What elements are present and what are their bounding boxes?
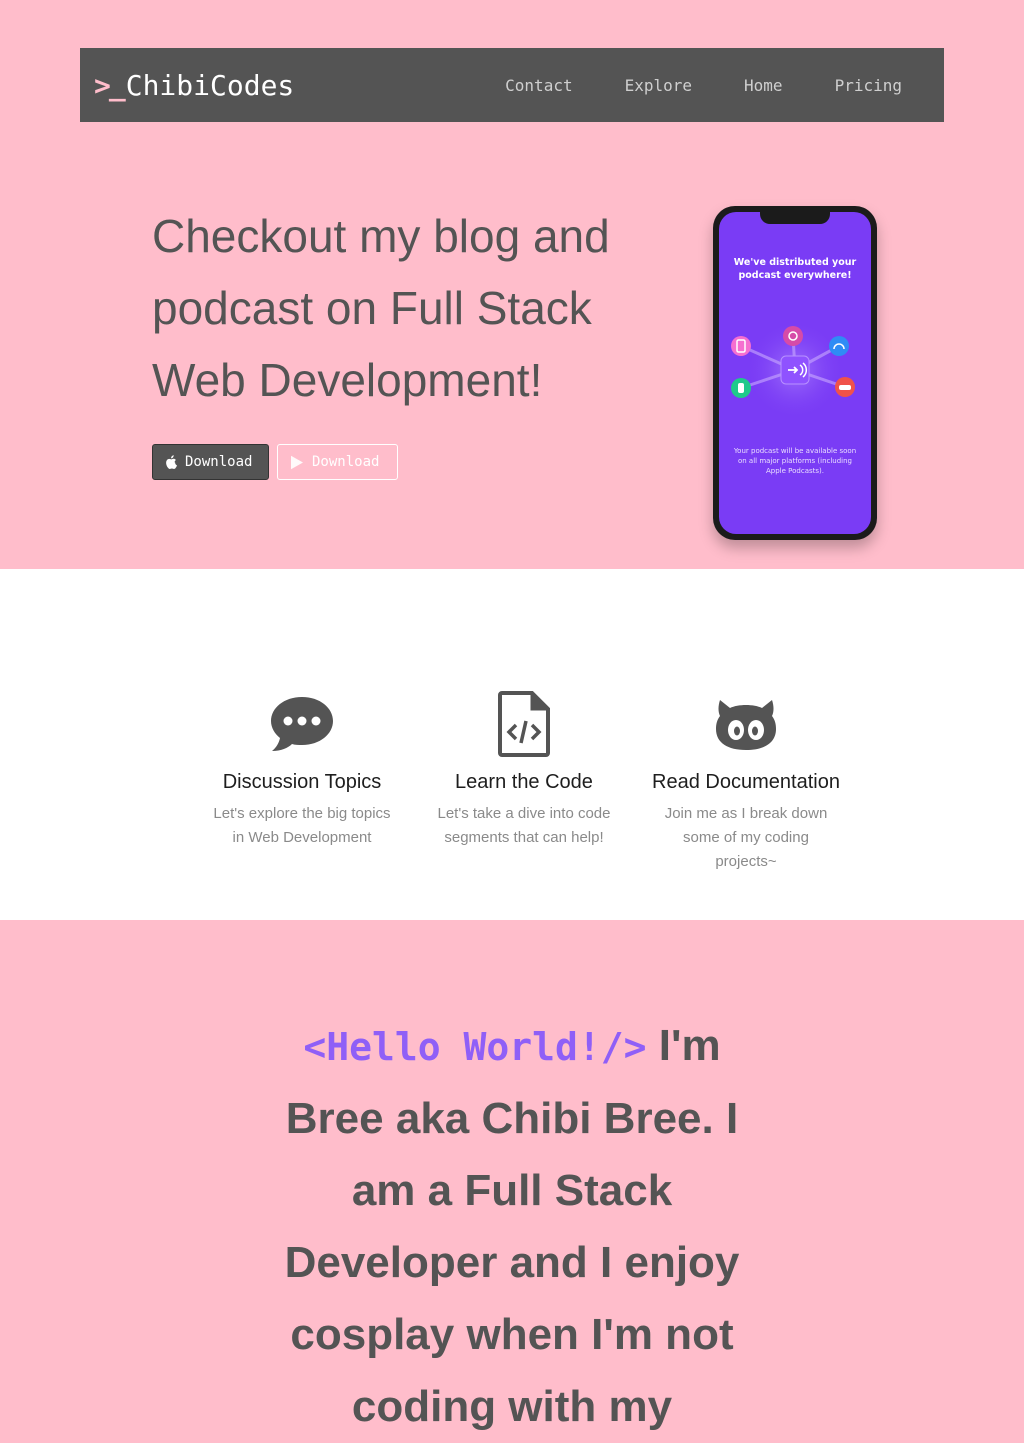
feature-read-documentation: Read Documentation Join me as I break do… — [634, 691, 858, 874]
feature-discussion-topics: Discussion Topics Let's explore the big … — [190, 691, 414, 850]
podcast-icon — [783, 326, 803, 346]
brand-name: ChibiCodes — [125, 68, 295, 102]
feature-description: Join me as I break down some of my codin… — [664, 805, 828, 870]
speech-bubble-icon — [190, 691, 414, 757]
nav-link-explore[interactable]: Explore — [625, 76, 692, 95]
hero-title: Checkout my blog and podcast on Full Sta… — [152, 210, 610, 406]
feature-description: Let's take a dive into code segments tha… — [437, 805, 611, 846]
headphones-icon — [829, 336, 849, 356]
feature-title: Learn the Code — [455, 771, 593, 793]
phone-screen: We've distributed your podcast everywher… — [719, 212, 871, 534]
apple-download-label: Download — [185, 454, 253, 470]
terminal-prompt-icon: >_ — [94, 68, 126, 102]
nav-link-contact[interactable]: Contact — [505, 76, 572, 95]
phone-notch — [760, 212, 830, 224]
about-body: I'm Bree aka Chibi Bree. I am a Full Sta… — [284, 1021, 740, 1431]
feature-title: Discussion Topics — [222, 771, 382, 793]
about-text: <Hello World!/> I'm Bree aka Chibi Bree.… — [252, 1010, 772, 1443]
hello-world-tag: <Hello World!/> — [303, 1025, 647, 1069]
features-section: Discussion Topics Let's explore the big … — [0, 569, 1024, 920]
google-play-download-button[interactable]: Download — [277, 444, 398, 480]
about-section: <Hello World!/> I'm Bree aka Chibi Bree.… — [0, 920, 1024, 1431]
navbar: >_ ChibiCodes Contact Explore Home Prici… — [80, 48, 944, 122]
google-play-download-label: Download — [312, 454, 380, 470]
play-store-icon — [291, 455, 303, 469]
podcast-distribution-illustration — [731, 320, 855, 420]
apple-download-button[interactable]: Download — [152, 444, 269, 480]
speaker-icon — [731, 378, 751, 398]
feature-title: Read Documentation — [652, 771, 840, 793]
mobile-icon — [731, 336, 751, 356]
hero-section: Checkout my blog and podcast on Full Sta… — [0, 122, 1024, 569]
anchor-logo-icon — [780, 355, 810, 385]
phone-screen-title: We've distributed your podcast everywher… — [733, 257, 857, 281]
nav-links: Contact Explore Home Pricing — [453, 48, 902, 122]
apple-icon — [166, 455, 177, 469]
phone-mockup: We've distributed your podcast everywher… — [713, 206, 877, 540]
brand-logo[interactable]: >_ ChibiCodes — [94, 69, 294, 102]
phone-screen-caption: Your podcast will be available soon on a… — [733, 447, 857, 475]
nav-link-pricing[interactable]: Pricing — [835, 76, 902, 95]
car-icon — [835, 377, 855, 397]
feature-description: Let's explore the big topics in Web Deve… — [213, 805, 391, 846]
feature-learn-the-code: Learn the Code Let's take a dive into co… — [412, 691, 636, 850]
file-code-icon — [412, 691, 636, 757]
github-icon — [634, 691, 858, 757]
nav-link-home[interactable]: Home — [744, 76, 783, 95]
